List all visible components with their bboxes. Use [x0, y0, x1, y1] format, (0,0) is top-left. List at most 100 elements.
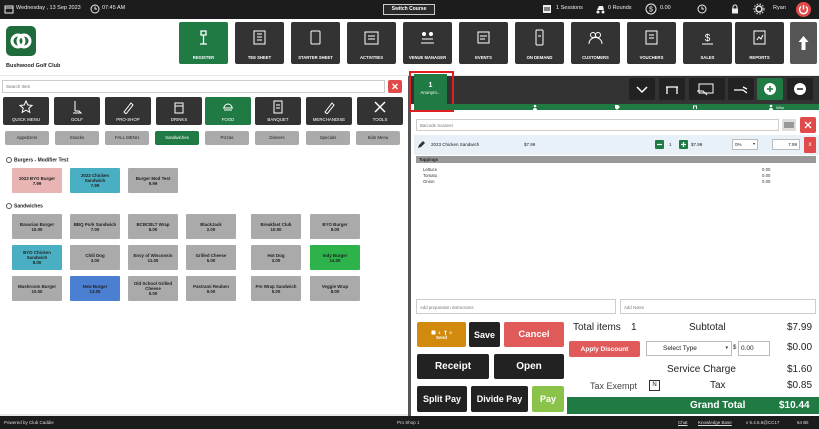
- line-total-input[interactable]: 7.99: [772, 139, 800, 150]
- split-pay-button[interactable]: Split Pay: [417, 386, 467, 412]
- menu-item[interactable]: Burger Mod Test 9.99: [128, 168, 178, 193]
- menu-item[interactable]: Envy of Wisconsin 11.00: [128, 245, 178, 270]
- menu-item[interactable]: BlackJack 2.00: [186, 214, 236, 239]
- switch-course-button[interactable]: Switch Course: [383, 4, 435, 15]
- apply-discount-button[interactable]: Apply Discount: [569, 341, 640, 357]
- menu-item[interactable]: 2023 Chicken Sandwich 7.99: [70, 168, 120, 193]
- add-notes-input[interactable]: Add Notes: [620, 299, 816, 314]
- table-button[interactable]: [659, 78, 685, 100]
- qty-minus-button[interactable]: [655, 140, 664, 149]
- open-button[interactable]: Open: [494, 354, 564, 379]
- pay-button[interactable]: Pay: [532, 386, 564, 412]
- subcategory-kids-menu[interactable]: Kids Menu: [356, 131, 400, 145]
- power-button[interactable]: [796, 2, 811, 17]
- menu-item[interactable]: Veggie Wrap 8.00: [310, 276, 360, 301]
- add-customer-button[interactable]: [757, 78, 783, 100]
- discount-value-input[interactable]: 0.00: [738, 341, 770, 356]
- subcategory-fall-menu[interactable]: FALL MENU: [105, 131, 149, 145]
- category-drinks[interactable]: DRINKS: [156, 97, 202, 125]
- lock-icon[interactable]: [730, 4, 740, 14]
- nav-tee-sheet[interactable]: TEE SHEET: [235, 22, 284, 64]
- category-quick-menu[interactable]: QUICK MENU: [3, 97, 49, 125]
- subcategory-specials[interactable]: Specials: [306, 131, 350, 145]
- golf-cart-icon[interactable]: [595, 4, 605, 14]
- subcategory-appetizers[interactable]: Appetizers: [5, 131, 49, 145]
- divide-pay-button[interactable]: Divide Pay: [471, 386, 528, 412]
- menu-item[interactable]: Chili Dog 3.00: [70, 245, 120, 270]
- preparation-instructions-input[interactable]: Add preparation instructions: [416, 299, 616, 314]
- transfer-button[interactable]: [728, 78, 754, 100]
- discount-type-select[interactable]: Select Type ▾: [646, 341, 732, 356]
- category-golf[interactable]: GOLF: [54, 97, 100, 125]
- send-label: Send: [435, 334, 447, 340]
- knowledge-base-link[interactable]: Knowledge Base: [698, 420, 732, 425]
- sessions-icon[interactable]: [542, 4, 552, 14]
- nav-sales[interactable]: $ SALES: [683, 22, 732, 64]
- nav-venue-manager[interactable]: VENUE MANAGER: [403, 22, 452, 64]
- remove-line-button[interactable]: x: [804, 137, 816, 153]
- qty-value[interactable]: 1: [669, 142, 672, 147]
- menu-item[interactable]: New Burger 13.00: [70, 276, 120, 301]
- category-merchandise[interactable]: MERCHANDISE: [306, 97, 352, 125]
- menu-item[interactable]: Bavarian Burger 10.00: [12, 214, 62, 239]
- menu-item[interactable]: Old School Grilled Cheese 5.00: [128, 276, 178, 301]
- category-tools[interactable]: TOOLS: [357, 97, 403, 125]
- search-item-input[interactable]: [2, 80, 385, 93]
- sessions-count[interactable]: 1 Sessions: [556, 5, 583, 11]
- receipt-button[interactable]: Receipt: [417, 354, 489, 379]
- section-sandwiches[interactable]: Sandwiches: [6, 202, 43, 209]
- menu-item[interactable]: BYO Burger 8.00: [310, 214, 360, 239]
- menu-item[interactable]: Pastrami Reuben 9.00: [186, 276, 236, 301]
- subcategory-snacks[interactable]: Snacks: [55, 131, 99, 145]
- pay-terminal-button[interactable]: [689, 78, 725, 100]
- category-banquet[interactable]: BANQUET: [255, 97, 301, 125]
- cash-amount[interactable]: 0.00: [660, 5, 671, 11]
- category-pro-shop[interactable]: PRO-SHOP: [105, 97, 151, 125]
- menu-item[interactable]: Indy Burger 14.00: [310, 245, 360, 270]
- user-name[interactable]: Ryan: [773, 5, 786, 11]
- menu-item[interactable]: 2023 BYO Burger 7.99: [12, 168, 62, 193]
- barcode-scanner-input[interactable]: [416, 119, 779, 131]
- clear-barcode-button[interactable]: [800, 117, 816, 133]
- category-food[interactable]: FOOD: [205, 97, 251, 125]
- order-line[interactable]: 2023 Chicken Sandwich $7.99 1 $7.99 0% ▾ …: [414, 135, 819, 155]
- person-small-icon: [769, 104, 773, 110]
- rounds-count[interactable]: 0 Rounds: [608, 5, 632, 11]
- remove-customer-button[interactable]: [787, 78, 813, 100]
- clear-search-button[interactable]: [388, 80, 402, 93]
- nav-activities[interactable]: ACTIVITIES: [347, 22, 396, 64]
- menu-item[interactable]: Hot Dog 3.00: [251, 245, 301, 270]
- edit-pencil-icon[interactable]: [417, 141, 425, 149]
- menu-item[interactable]: Mushroom Burger 10.00: [12, 276, 62, 301]
- nav-vouchers[interactable]: VOUCHERS: [627, 22, 676, 64]
- nav-on-demand[interactable]: ON DEMAND: [515, 22, 564, 64]
- nav-starter-sheet[interactable]: STARTER SHEET: [291, 22, 340, 64]
- save-button[interactable]: Save: [469, 322, 500, 347]
- barcode-button[interactable]: [782, 119, 796, 131]
- history-clock-icon[interactable]: [697, 4, 707, 14]
- menu-item[interactable]: BBQ Pork Sandwich 7.00: [70, 214, 120, 239]
- chat-link[interactable]: Chat: [678, 420, 688, 425]
- nav-reports[interactable]: REPORTS: [735, 22, 784, 64]
- qty-plus-button[interactable]: [679, 140, 688, 149]
- cancel-button[interactable]: Cancel: [504, 322, 564, 347]
- nav-customers[interactable]: CUSTOMERS: [571, 22, 620, 64]
- send-button[interactable]: 1 0 Send: [417, 322, 466, 347]
- subcategory-pizzas[interactable]: Pizzas: [205, 131, 249, 145]
- menu-item[interactable]: BYO Chicken Sandwich 8.00: [12, 245, 62, 270]
- menu-item[interactable]: Grilled Cheese 5.00: [186, 245, 236, 270]
- tax-exempt-toggle[interactable]: N: [649, 380, 660, 391]
- section-burgers[interactable]: Burgers - Modifier Test: [6, 156, 68, 163]
- subcategory-dinners[interactable]: Dinners: [255, 131, 299, 145]
- discount-select[interactable]: 0% ▾: [732, 139, 758, 150]
- dollar-icon[interactable]: $: [645, 3, 657, 15]
- nav-register[interactable]: REGISTER: [179, 22, 228, 64]
- settings-gear-icon[interactable]: [753, 3, 765, 15]
- nav-events[interactable]: EVENTS: [459, 22, 508, 64]
- scroll-up-button[interactable]: [790, 22, 817, 64]
- menu-item[interactable]: BCBCBLT Wrap 8.00: [128, 214, 178, 239]
- menu-item[interactable]: Pre Wrap Sandwich 5.00: [251, 276, 301, 301]
- menu-item[interactable]: Breakfast Club 10.00: [251, 214, 301, 239]
- subcategory-sandwiches[interactable]: Sandwiches: [155, 131, 199, 145]
- collapse-button[interactable]: [629, 78, 655, 100]
